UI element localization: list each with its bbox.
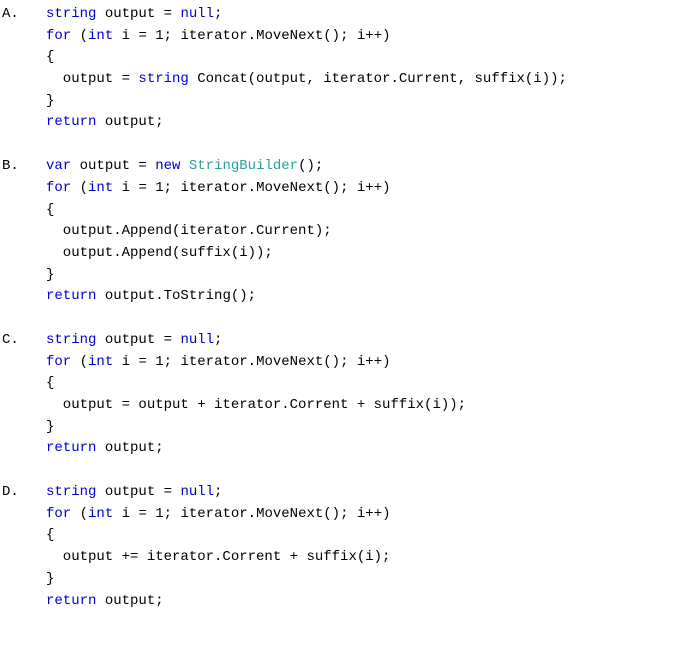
option-block: C. string output = null; for (int i = 1;… — [0, 330, 695, 460]
option-label: D. — [0, 482, 46, 504]
option-block: D. string output = null; for (int i = 1;… — [0, 482, 695, 612]
option-code: string output = null; for (int i = 1; it… — [46, 330, 695, 460]
option-code: string output = null; for (int i = 1; it… — [46, 4, 695, 134]
option-code: string output = null; for (int i = 1; it… — [46, 482, 695, 612]
option-label: B. — [0, 156, 46, 178]
option-block: A. string output = null; for (int i = 1;… — [0, 4, 695, 134]
option-code: var output = new StringBuilder(); for (i… — [46, 156, 695, 308]
option-label: A. — [0, 4, 46, 26]
option-block: B. var output = new StringBuilder(); for… — [0, 156, 695, 308]
option-label: C. — [0, 330, 46, 352]
